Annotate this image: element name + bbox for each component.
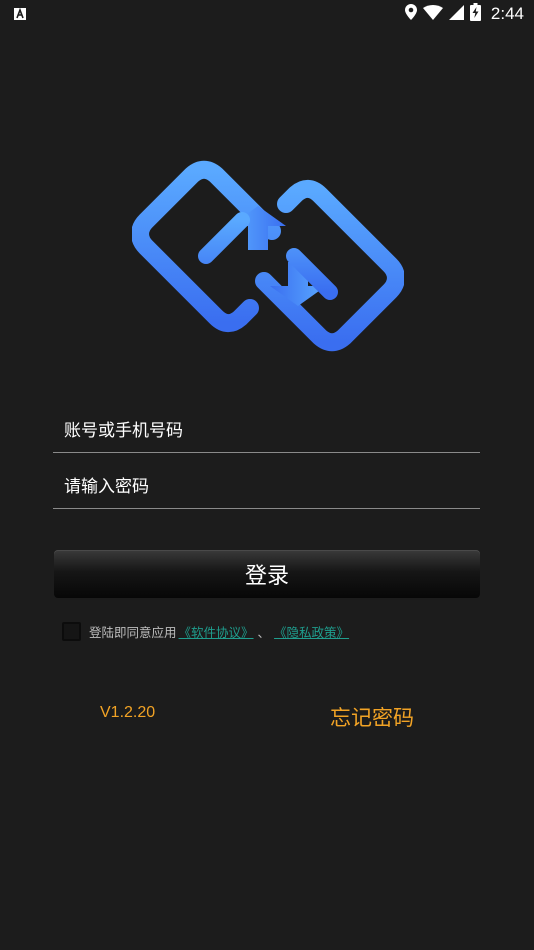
forgot-password-link[interactable]: 忘记密码	[330, 702, 414, 732]
password-field[interactable]	[53, 465, 480, 509]
account-field[interactable]	[53, 409, 480, 453]
wifi-icon	[422, 4, 443, 24]
status-time: 2:44	[490, 4, 524, 23]
version-label: V1.2.20	[100, 704, 156, 721]
status-bar: 2:44	[0, 0, 534, 28]
privacy-policy-link[interactable]: 《隐私政策》	[274, 622, 349, 641]
password-input[interactable]	[53, 465, 480, 508]
agreement-row: 登陆即同意应用 《软件协议》 、 《隐私政策》	[62, 620, 351, 642]
software-agreement-link[interactable]: 《软件协议》	[179, 622, 254, 641]
battery-charging-icon	[469, 3, 481, 25]
agreement-checkbox[interactable]	[62, 621, 81, 641]
status-right: 2:44	[404, 3, 524, 25]
signal-icon	[448, 4, 464, 24]
link-arrows-logo-icon	[131, 160, 405, 352]
agreement-text: 登陆即同意应用	[89, 624, 177, 640]
location-icon	[404, 4, 417, 24]
status-left	[14, 5, 26, 24]
login-button[interactable]: 登录	[54, 550, 480, 598]
a-notification-icon	[14, 5, 26, 24]
account-input[interactable]	[53, 409, 480, 452]
agreement-separator: 、	[257, 624, 271, 640]
